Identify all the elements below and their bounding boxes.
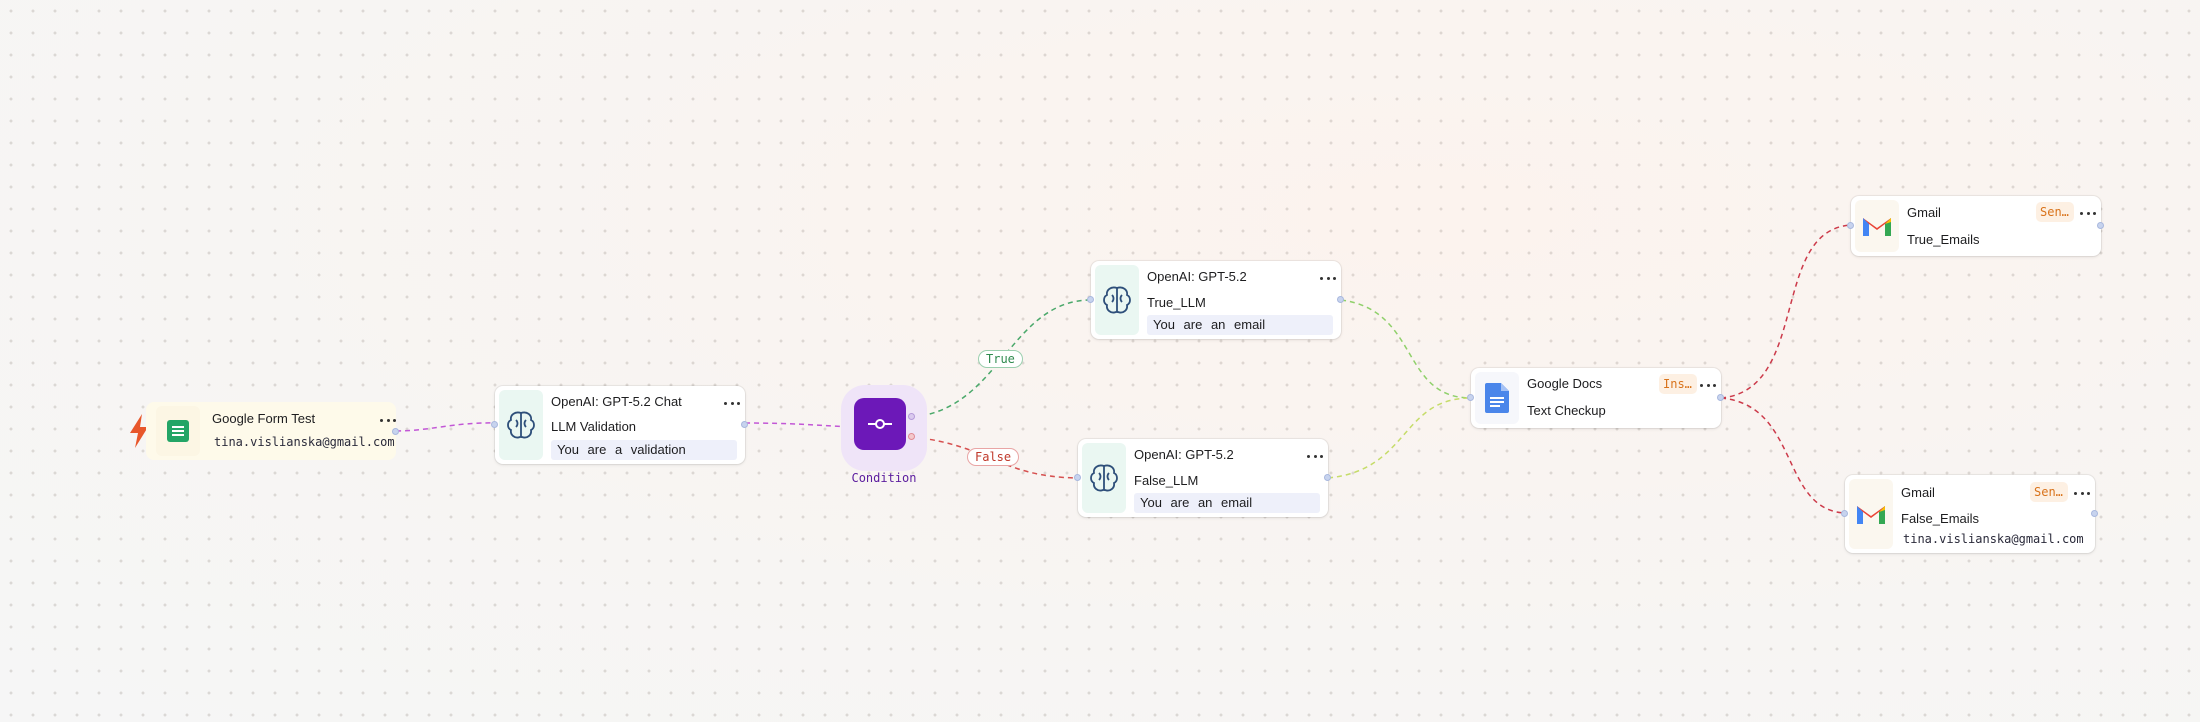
node-google-docs[interactable]: Google Docs Ins… Text Checkup <box>1467 368 1724 428</box>
input-port[interactable] <box>1841 510 1848 517</box>
node-title: Gmail <box>1907 205 1941 220</box>
edge-form-to-llm <box>395 422 496 432</box>
edge-false-llm-to-docs <box>1327 397 1472 479</box>
more-options-icon[interactable] <box>378 413 398 427</box>
gmail-icon <box>1849 479 1893 549</box>
output-port[interactable] <box>392 428 399 435</box>
true-branch-label: True <box>978 350 1023 368</box>
edge-llm-to-condition <box>744 422 851 428</box>
true-output-port[interactable] <box>908 413 915 420</box>
workflow-edges <box>395 224 1852 514</box>
action-badge: Sen… <box>2036 202 2074 222</box>
edge-true-llm-to-docs <box>1340 299 1472 399</box>
node-email: tina.vislianska@gmail.com <box>214 435 395 449</box>
node-title: OpenAI: GPT-5.2 <box>1147 269 1247 284</box>
input-port[interactable] <box>1087 296 1094 303</box>
brain-icon <box>1082 443 1126 513</box>
condition-label: Condition <box>851 471 917 485</box>
output-port[interactable] <box>1337 296 1344 303</box>
more-options-icon[interactable] <box>1318 271 1338 285</box>
node-name: True_LLM <box>1147 295 1206 310</box>
input-port[interactable] <box>1467 394 1474 401</box>
edge-docs-to-gmail-false <box>1720 397 1846 514</box>
node-title: Gmail <box>1901 485 1935 500</box>
node-title: Google Form Test <box>212 411 316 426</box>
node-false-llm[interactable]: OpenAI: GPT-5.2 False_LLM You are an ema… <box>1074 439 1331 517</box>
output-port[interactable] <box>1324 474 1331 481</box>
input-port[interactable] <box>1847 222 1854 229</box>
node-true-llm[interactable]: OpenAI: GPT-5.2 True_LLM You are an emai… <box>1087 261 1344 339</box>
brain-icon <box>1095 265 1139 335</box>
prompt-preview: You are an email <box>1147 315 1333 335</box>
more-options-icon[interactable] <box>722 396 742 410</box>
action-badge: Sen… <box>2030 482 2068 502</box>
output-port[interactable] <box>741 421 748 428</box>
node-llm-validation[interactable]: OpenAI: GPT-5.2 Chat LLM Validation You … <box>491 386 748 464</box>
node-google-form[interactable]: Google Form Test tina.vislianska@gmail.c… <box>146 402 399 460</box>
node-name: LLM Validation <box>551 419 637 434</box>
false-output-port[interactable] <box>908 433 915 440</box>
node-name: False_Emails <box>1901 511 1980 526</box>
node-name: True_Emails <box>1907 232 1980 247</box>
more-options-icon[interactable] <box>1305 449 1325 463</box>
node-title: Google Docs <box>1527 376 1603 391</box>
node-name: Text Checkup <box>1527 403 1606 418</box>
output-port[interactable] <box>1717 394 1724 401</box>
google-sheets-icon <box>156 406 200 456</box>
node-name: False_LLM <box>1134 473 1199 488</box>
node-gmail-true[interactable]: Gmail Sen… True_Emails <box>1847 196 2104 256</box>
node-email: tina.vislianska@gmail.com <box>1903 532 2084 546</box>
action-badge: Ins… <box>1659 374 1697 394</box>
input-port[interactable] <box>491 421 498 428</box>
more-options-icon[interactable] <box>2078 206 2098 220</box>
gmail-icon <box>1855 200 1899 252</box>
more-options-icon[interactable] <box>2072 486 2092 500</box>
node-condition[interactable] <box>841 385 927 471</box>
prompt-preview: You are an email <box>1134 493 1320 513</box>
brain-icon <box>499 390 543 460</box>
edge-docs-to-gmail-true <box>1720 224 1852 399</box>
output-port[interactable] <box>2097 222 2104 229</box>
input-port[interactable] <box>1074 474 1081 481</box>
node-title: OpenAI: GPT-5.2 <box>1134 447 1234 462</box>
condition-icon[interactable] <box>854 398 906 450</box>
node-title: OpenAI: GPT-5.2 Chat <box>551 394 682 409</box>
more-options-icon[interactable] <box>1698 378 1718 392</box>
prompt-preview: You are a validation <box>551 440 737 460</box>
false-branch-label: False <box>967 448 1020 466</box>
output-port[interactable] <box>2091 510 2098 517</box>
google-docs-icon <box>1475 372 1519 424</box>
node-gmail-false[interactable]: Gmail Sen… False_Emails tina.vislianska@… <box>1841 475 2098 553</box>
workflow-canvas[interactable]: Google Form Test tina.vislianska@gmail.c… <box>0 0 2200 722</box>
